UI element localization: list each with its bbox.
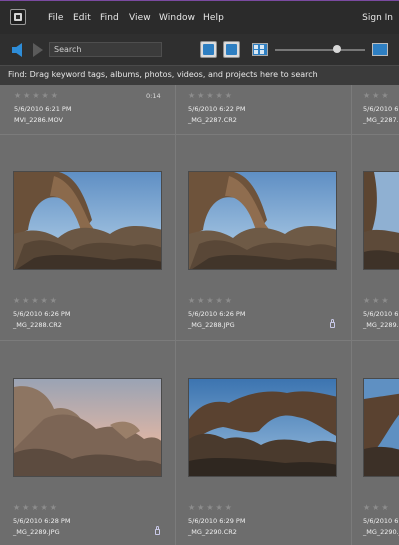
search-input[interactable]: Search <box>49 42 162 57</box>
photo-thumbnail[interactable] <box>363 171 399 270</box>
thumbnail-size-slider[interactable] <box>275 49 365 51</box>
file-date: 5/6/2010 6: <box>363 517 399 525</box>
arch-photo-image <box>364 172 399 269</box>
photo-thumbnail[interactable] <box>188 171 337 270</box>
file-date: 5/6/2010 6:21 PM <box>14 105 72 113</box>
file-name: _MG_2289.JPG <box>13 528 60 536</box>
lock-icon <box>155 526 160 535</box>
forward-arrow-icon[interactable] <box>33 43 43 57</box>
column-divider <box>175 85 176 545</box>
photo-thumbnail[interactable] <box>13 378 162 477</box>
photo-thumbnail[interactable] <box>13 171 162 270</box>
file-date: 5/6/2010 6:29 PM <box>188 517 246 525</box>
file-date: 5/6/2010 6:22 PM <box>188 105 246 113</box>
menu-edit[interactable]: Edit <box>73 13 91 23</box>
arch-photo-image <box>14 172 161 269</box>
menu-file[interactable]: File <box>48 13 63 23</box>
photo-thumbnail[interactable] <box>363 378 399 477</box>
file-name: _MG_2288.CR2 <box>13 321 62 329</box>
column-divider <box>351 85 352 545</box>
menu-window[interactable]: Window <box>159 13 195 23</box>
media-grid: ★★★★★ 0:14 5/6/2010 6:21 PM MVI_2286.MOV… <box>0 85 399 545</box>
rotate-right-button[interactable] <box>223 41 240 58</box>
menu-find[interactable]: Find <box>100 13 119 23</box>
rating-stars[interactable]: ★★★★★ <box>14 91 60 100</box>
back-arrow-icon[interactable] <box>12 43 22 57</box>
arch-photo-image <box>364 379 399 476</box>
rating-stars[interactable]: ★★★★★ <box>188 91 234 100</box>
file-name: _MG_2287.C <box>363 116 399 124</box>
arch-photo-image <box>189 172 336 269</box>
file-date: 5/6/2010 6: <box>363 310 399 318</box>
file-date: 5/6/2010 6:28 PM <box>13 517 71 525</box>
toolbar: Search <box>0 34 399 65</box>
rating-stars[interactable]: ★★★★★ <box>13 503 59 512</box>
find-bar[interactable]: Find: Drag keyword tags, albums, photos,… <box>0 65 399 85</box>
lock-icon <box>330 319 335 328</box>
file-date: 5/6/2010 6:26 PM <box>13 310 71 318</box>
row-divider <box>0 340 399 341</box>
menu-bar: File Edit Find View Window Help Sign In <box>0 0 399 34</box>
menu-view[interactable]: View <box>129 13 151 23</box>
photo-thumbnail[interactable] <box>188 378 337 477</box>
grid-view-icon[interactable] <box>252 43 268 56</box>
file-name: _MG_2288.JPG <box>188 321 235 329</box>
app-logo-icon[interactable] <box>10 9 26 25</box>
file-date: 5/6/2010 6:26 PM <box>188 310 246 318</box>
rating-stars[interactable]: ★★★ <box>363 296 391 305</box>
file-name: _MG_2290.J <box>363 528 399 536</box>
organizer-window: File Edit Find View Window Help Sign In … <box>0 0 399 545</box>
rating-stars[interactable]: ★★★★★ <box>13 296 59 305</box>
rotate-left-button[interactable] <box>200 41 217 58</box>
slider-handle[interactable] <box>333 45 341 53</box>
row-divider <box>0 134 399 135</box>
rating-stars[interactable]: ★★★ <box>363 91 391 100</box>
menu-help[interactable]: Help <box>203 13 224 23</box>
sign-in-link[interactable]: Sign In <box>362 13 393 23</box>
file-name: _MG_2287.CR2 <box>188 116 237 124</box>
rating-stars[interactable]: ★★★★★ <box>188 296 234 305</box>
arch-photo-image <box>189 379 336 476</box>
boulders-photo-image <box>14 379 161 476</box>
rating-stars[interactable]: ★★★★★ <box>188 503 234 512</box>
video-duration: 0:14 <box>146 92 161 100</box>
file-name: MVI_2286.MOV <box>14 116 63 124</box>
file-date: 5/6/2010 6: <box>363 105 399 113</box>
single-photo-view-icon[interactable] <box>372 43 388 56</box>
file-name: _MG_2290.CR2 <box>188 528 237 536</box>
rating-stars[interactable]: ★★★ <box>363 503 391 512</box>
file-name: _MG_2289.C <box>363 321 399 329</box>
